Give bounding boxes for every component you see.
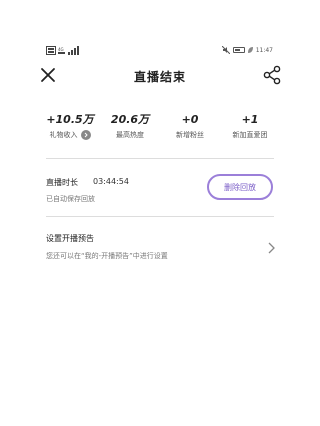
share-button[interactable] bbox=[262, 65, 282, 85]
stat-label: 新加直爱团 bbox=[232, 131, 268, 139]
preview-description: 您还可以在“我的-开播预告”中进行设置 bbox=[46, 252, 168, 260]
battery-icon bbox=[232, 47, 245, 53]
signal-icon bbox=[68, 45, 79, 55]
stat-value: +10.5万 bbox=[46, 113, 94, 126]
stat-label: 礼物收入 bbox=[49, 131, 78, 139]
divider bbox=[46, 216, 274, 217]
header: 直播结束 bbox=[0, 62, 320, 90]
duration-label: 直播时长 bbox=[46, 178, 78, 187]
set-preview-row[interactable]: 设置开播预告 您还可以在“我的-开播预告”中进行设置 bbox=[46, 230, 276, 266]
delete-replay-button[interactable]: 删除回放 bbox=[207, 174, 273, 200]
share-icon bbox=[263, 65, 281, 85]
preview-title: 设置开播预告 bbox=[46, 234, 94, 243]
chevron-right-icon bbox=[268, 242, 275, 254]
status-bar-left: 4G bbox=[46, 45, 82, 55]
stat-label: 最高热度 bbox=[116, 131, 144, 139]
chevron-right-icon[interactable] bbox=[80, 130, 91, 140]
duration-value: 03:44:54 bbox=[93, 177, 129, 186]
stat-value: +0 bbox=[181, 113, 199, 126]
stat-gift-income[interactable]: +10.5万 礼物收入 bbox=[40, 112, 100, 144]
stat-peak-heat: 20.6万 最高热度 bbox=[100, 112, 160, 144]
status-bar-right: 11:47 bbox=[221, 45, 273, 55]
status-time: 11:47 bbox=[255, 46, 273, 54]
leaf-icon bbox=[247, 47, 253, 53]
auto-saved-text: 已自动保存回放 bbox=[46, 195, 95, 203]
stat-new-fan-club: +1 新加直爱团 bbox=[220, 112, 280, 144]
stat-value: +1 bbox=[241, 113, 259, 126]
mute-icon bbox=[221, 46, 230, 54]
stat-value: 20.6万 bbox=[110, 113, 150, 126]
svg-text:4G: 4G bbox=[58, 47, 64, 52]
stat-new-fans: +0 新增粉丝 bbox=[160, 112, 220, 144]
stat-label: 新增粉丝 bbox=[176, 131, 204, 139]
wifi-icon: 4G bbox=[58, 47, 65, 54]
sim-icon bbox=[46, 45, 56, 55]
divider bbox=[46, 158, 274, 159]
stats-row: +10.5万 礼物收入 20.6万 最高热度 +0 新增粉丝 +1 新加直爱团 bbox=[40, 112, 280, 144]
